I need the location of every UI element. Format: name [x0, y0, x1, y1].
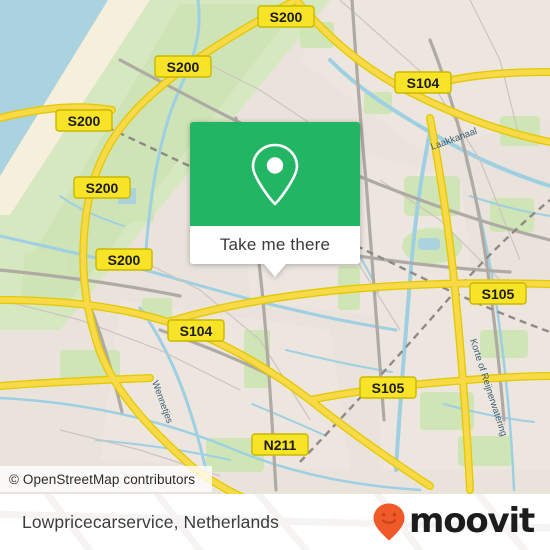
road-shield-label: S200 [68, 113, 101, 129]
road-shield-label: S104 [180, 323, 213, 339]
moovit-logo[interactable]: moovit [372, 494, 535, 550]
road-shield: S105 [469, 282, 527, 305]
road-shield-label: N211 [264, 437, 297, 453]
callout-pointer [264, 264, 286, 277]
moovit-wordmark: moovit [408, 501, 535, 541]
road-shield: S200 [154, 55, 212, 78]
take-me-there-callout[interactable]: Take me there [190, 122, 360, 277]
road-shield: S200 [73, 176, 131, 199]
road-shield: S200 [55, 109, 113, 132]
moovit-pin-smile-icon [373, 503, 405, 541]
road-shield: S104 [167, 319, 225, 342]
road-shield: S200 [257, 5, 315, 28]
road-shield-label: S105 [372, 380, 405, 396]
road-shield-label: S200 [86, 180, 119, 196]
location-title-text: Lowpricecarservice, Netherlands [22, 511, 279, 532]
road-shield-label: S200 [167, 59, 200, 75]
osm-attribution[interactable]: © OpenStreetMap contributors [0, 466, 212, 492]
osm-attribution-text: © OpenStreetMap contributors [9, 471, 196, 487]
location-pin-icon [251, 143, 299, 206]
road-shield: N211 [251, 433, 309, 456]
location-title: Lowpricecarservice, Netherlands [22, 494, 279, 550]
road-shield: S105 [359, 376, 417, 399]
road-shield-label: S104 [407, 75, 440, 91]
road-shield-label: S105 [482, 286, 515, 302]
road-shield-label: S200 [270, 9, 303, 25]
callout-action[interactable]: Take me there [190, 226, 360, 264]
road-shield: S104 [394, 71, 452, 94]
callout-icon-area [190, 122, 360, 226]
footer-bar: Lowpricecarservice, Netherlands moovit [0, 494, 550, 550]
road-shield: S200 [95, 248, 153, 271]
road-shield-label: S200 [108, 252, 141, 268]
take-me-there-label: Take me there [219, 235, 331, 254]
moovit-map-share-card: Laakkanaal Korte of Reijnerwatering Wennet… [0, 0, 550, 550]
